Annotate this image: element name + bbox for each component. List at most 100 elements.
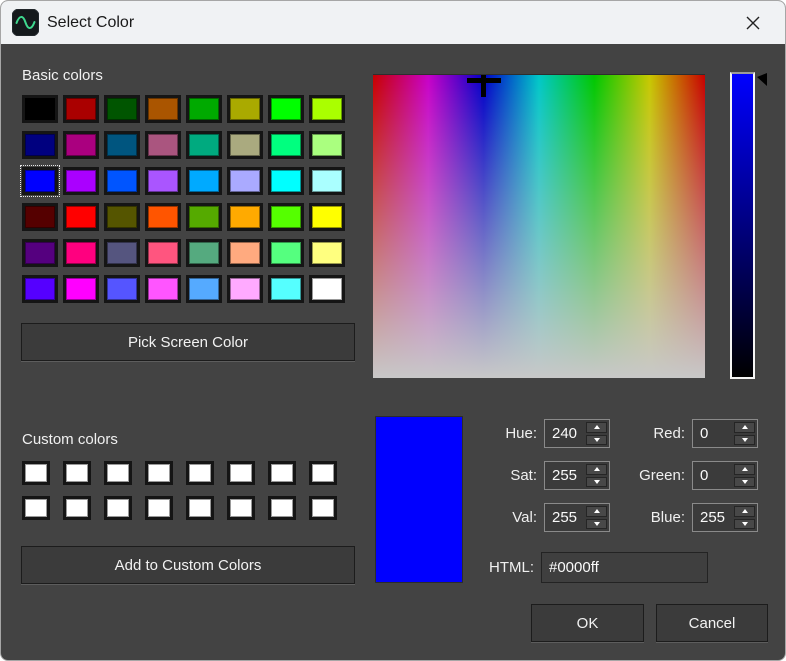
spinbox-value[interactable]: 255 (693, 504, 732, 531)
basic-color-swatch[interactable] (268, 239, 304, 267)
spin-up-button[interactable] (734, 464, 755, 475)
spin-down-button[interactable] (586, 435, 607, 446)
basic-color-swatch[interactable] (63, 167, 99, 195)
basic-color-swatch[interactable] (268, 131, 304, 159)
spin-down-button[interactable] (586, 477, 607, 488)
spin-down-button[interactable] (734, 477, 755, 488)
basic-color-swatch[interactable] (268, 167, 304, 195)
spin-down-button[interactable] (734, 435, 755, 446)
basic-color-swatch[interactable] (104, 239, 140, 267)
basic-color-swatch[interactable] (268, 275, 304, 303)
spin-up-button[interactable] (586, 422, 607, 433)
basic-color-swatch[interactable] (186, 95, 222, 123)
basic-color-swatch[interactable] (309, 95, 345, 123)
spinbox-value[interactable]: 0 (693, 462, 732, 489)
basic-color-swatch[interactable] (186, 131, 222, 159)
basic-color-swatch[interactable] (22, 239, 58, 267)
custom-color-swatch[interactable] (186, 496, 214, 520)
basic-color-swatch[interactable] (22, 95, 58, 123)
spinbox-value[interactable]: 255 (545, 462, 584, 489)
add-to-custom-colors-button[interactable]: Add to Custom Colors (21, 546, 355, 584)
custom-color-swatch[interactable] (104, 496, 132, 520)
ok-button[interactable]: OK (531, 604, 644, 642)
html-input[interactable] (541, 552, 708, 583)
spin-down-button[interactable] (734, 519, 755, 530)
basic-color-swatch[interactable] (145, 203, 181, 231)
basic-color-swatch[interactable] (309, 167, 345, 195)
basic-color-swatch[interactable] (104, 167, 140, 195)
custom-color-swatch[interactable] (63, 461, 91, 485)
basic-color-swatch[interactable] (145, 239, 181, 267)
basic-color-swatch[interactable] (186, 239, 222, 267)
spin-up-button[interactable] (586, 464, 607, 475)
custom-color-swatch[interactable] (104, 461, 132, 485)
basic-color-swatch[interactable] (227, 275, 263, 303)
basic-color-swatch[interactable] (309, 239, 345, 267)
custom-color-swatch[interactable] (22, 461, 50, 485)
basic-color-swatch[interactable] (309, 203, 345, 231)
spinbox-input[interactable]: 240 (544, 419, 610, 448)
basic-color-swatch[interactable] (145, 275, 181, 303)
spinbox-input[interactable]: 255 (544, 503, 610, 532)
value-slider-arrow-icon[interactable] (757, 73, 767, 86)
basic-color-swatch[interactable] (145, 167, 181, 195)
basic-color-swatch[interactable] (227, 131, 263, 159)
basic-color-swatch[interactable] (104, 203, 140, 231)
custom-color-swatch[interactable] (268, 461, 296, 485)
custom-color-swatch[interactable] (186, 461, 214, 485)
hue-saturation-map[interactable] (373, 75, 705, 378)
basic-color-swatch[interactable] (104, 275, 140, 303)
spinbox-value[interactable]: 240 (545, 420, 584, 447)
custom-color-swatch[interactable] (22, 496, 50, 520)
spinbox-input[interactable]: 0 (692, 461, 758, 490)
spinbox-input[interactable]: 255 (692, 503, 758, 532)
basic-color-swatch[interactable] (309, 131, 345, 159)
spinbox-value[interactable]: 255 (545, 504, 584, 531)
basic-color-swatch[interactable] (145, 131, 181, 159)
spinbox-input[interactable]: 255 (544, 461, 610, 490)
basic-color-swatch[interactable] (227, 203, 263, 231)
cancel-button[interactable]: Cancel (656, 604, 768, 642)
spin-up-button[interactable] (586, 506, 607, 517)
basic-color-swatch[interactable] (268, 203, 304, 231)
spinbox-input[interactable]: 0 (692, 419, 758, 448)
basic-color-swatch[interactable] (309, 275, 345, 303)
custom-color-swatch[interactable] (227, 496, 255, 520)
basic-color-swatch[interactable] (186, 167, 222, 195)
basic-color-swatch[interactable] (104, 131, 140, 159)
basic-color-swatch[interactable] (227, 239, 263, 267)
custom-color-swatch[interactable] (63, 496, 91, 520)
basic-color-swatch[interactable] (22, 275, 58, 303)
custom-color-swatch[interactable] (227, 461, 255, 485)
basic-color-swatch[interactable] (22, 203, 58, 231)
custom-color-swatch[interactable] (268, 496, 296, 520)
basic-color-swatch[interactable] (63, 95, 99, 123)
basic-color-swatch[interactable] (227, 167, 263, 195)
basic-color-swatch[interactable] (63, 131, 99, 159)
close-button[interactable] (729, 1, 777, 44)
basic-color-swatch[interactable] (227, 95, 263, 123)
spin-up-button[interactable] (734, 422, 755, 433)
basic-color-swatch[interactable] (268, 95, 304, 123)
custom-color-swatch[interactable] (145, 461, 173, 485)
basic-color-swatch[interactable] (22, 167, 58, 195)
custom-colors-label: Custom colors (22, 431, 118, 448)
basic-color-swatch[interactable] (145, 95, 181, 123)
custom-color-swatch[interactable] (309, 496, 337, 520)
basic-color-swatch[interactable] (22, 131, 58, 159)
basic-color-swatch[interactable] (63, 203, 99, 231)
spinbox-value[interactable]: 0 (693, 420, 732, 447)
basic-color-swatch[interactable] (63, 275, 99, 303)
pick-screen-color-button[interactable]: Pick Screen Color (21, 323, 355, 361)
spin-up-button[interactable] (734, 506, 755, 517)
custom-color-swatch[interactable] (309, 461, 337, 485)
arrow-up-icon (594, 509, 600, 513)
basic-color-swatch[interactable] (63, 239, 99, 267)
custom-color-swatch[interactable] (145, 496, 173, 520)
value-slider[interactable] (730, 72, 755, 379)
spin-down-button[interactable] (586, 519, 607, 530)
basic-color-swatch[interactable] (186, 275, 222, 303)
crosshair-marker[interactable] (481, 75, 486, 97)
basic-color-swatch[interactable] (186, 203, 222, 231)
basic-color-swatch[interactable] (104, 95, 140, 123)
